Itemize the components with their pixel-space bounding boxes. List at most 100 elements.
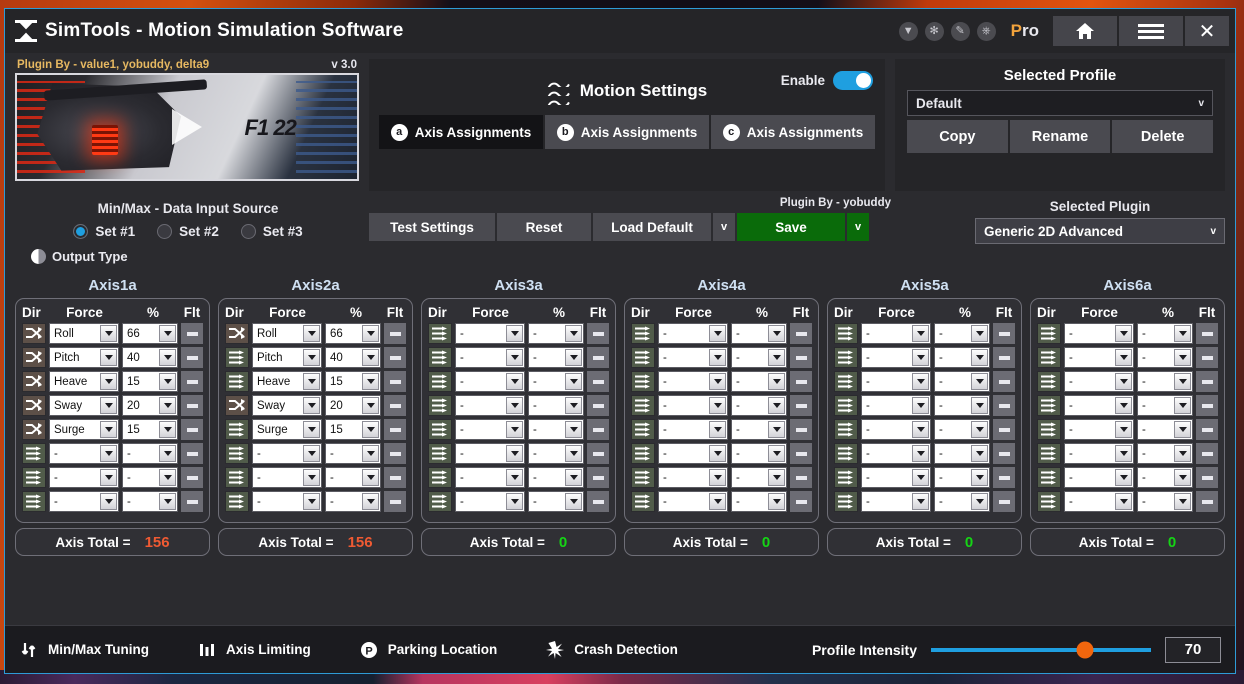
filter-button[interactable] (384, 491, 406, 512)
percent-chevron-down-icon[interactable] (565, 325, 582, 342)
percent-chevron-down-icon[interactable] (971, 445, 988, 462)
percent-dropdown[interactable]: - (731, 467, 787, 488)
force-chevron-down-icon[interactable] (506, 493, 523, 510)
close-icon[interactable]: ✕ (1185, 16, 1229, 46)
filter-button[interactable] (790, 395, 812, 416)
force-chevron-down-icon[interactable] (506, 397, 523, 414)
percent-chevron-down-icon[interactable] (362, 445, 379, 462)
direction-toggle-icon[interactable] (428, 419, 452, 440)
filter-button[interactable] (993, 371, 1015, 392)
force-chevron-down-icon[interactable] (303, 325, 320, 342)
percent-chevron-down-icon[interactable] (159, 469, 176, 486)
filter-button[interactable] (1196, 419, 1218, 440)
percent-chevron-down-icon[interactable] (1174, 373, 1191, 390)
direction-toggle-icon[interactable] (225, 491, 249, 512)
force-chevron-down-icon[interactable] (1115, 325, 1132, 342)
output-type-button[interactable]: Output Type (31, 249, 361, 264)
percent-chevron-down-icon[interactable] (159, 445, 176, 462)
force-chevron-down-icon[interactable] (506, 469, 523, 486)
percent-dropdown[interactable]: - (731, 347, 787, 368)
percent-chevron-down-icon[interactable] (768, 397, 785, 414)
percent-dropdown[interactable]: - (1137, 323, 1193, 344)
filter-button[interactable] (587, 395, 609, 416)
force-dropdown[interactable]: - (455, 395, 525, 416)
percent-chevron-down-icon[interactable] (971, 421, 988, 438)
crash-detection-button[interactable]: Crash Detection (545, 640, 678, 660)
force-chevron-down-icon[interactable] (1115, 349, 1132, 366)
filter-button[interactable] (181, 395, 203, 416)
percent-dropdown[interactable]: 66 (325, 323, 381, 344)
force-chevron-down-icon[interactable] (912, 397, 929, 414)
filter-button[interactable] (384, 443, 406, 464)
direction-toggle-icon[interactable] (225, 371, 249, 392)
direction-toggle-icon[interactable] (631, 491, 655, 512)
percent-dropdown[interactable]: 15 (325, 419, 381, 440)
percent-chevron-down-icon[interactable] (565, 349, 582, 366)
force-dropdown[interactable]: Pitch (252, 347, 322, 368)
force-dropdown[interactable]: - (1064, 467, 1134, 488)
percent-chevron-down-icon[interactable] (768, 349, 785, 366)
direction-toggle-icon[interactable] (631, 371, 655, 392)
percent-dropdown[interactable]: - (934, 419, 990, 440)
percent-dropdown[interactable]: - (1137, 491, 1193, 512)
filter-button[interactable] (1196, 347, 1218, 368)
percent-dropdown[interactable]: - (325, 443, 381, 464)
save-button[interactable]: Save (737, 213, 845, 241)
force-dropdown[interactable]: - (252, 491, 322, 512)
direction-toggle-icon[interactable] (428, 467, 452, 488)
power-icon[interactable]: ⎈ (976, 21, 996, 41)
percent-chevron-down-icon[interactable] (159, 397, 176, 414)
percent-dropdown[interactable]: - (325, 491, 381, 512)
force-dropdown[interactable]: - (861, 443, 931, 464)
direction-toggle-icon[interactable] (834, 443, 858, 464)
percent-chevron-down-icon[interactable] (362, 421, 379, 438)
force-chevron-down-icon[interactable] (709, 397, 726, 414)
force-dropdown[interactable]: - (658, 395, 728, 416)
force-chevron-down-icon[interactable] (100, 373, 117, 390)
force-dropdown[interactable]: - (1064, 443, 1134, 464)
force-dropdown[interactable]: - (1064, 347, 1134, 368)
force-chevron-down-icon[interactable] (303, 445, 320, 462)
direction-toggle-icon[interactable] (834, 371, 858, 392)
force-dropdown[interactable]: - (658, 467, 728, 488)
filter-button[interactable] (790, 491, 812, 512)
force-dropdown[interactable]: - (861, 347, 931, 368)
force-chevron-down-icon[interactable] (100, 349, 117, 366)
force-chevron-down-icon[interactable] (506, 349, 523, 366)
percent-dropdown[interactable]: - (934, 347, 990, 368)
percent-chevron-down-icon[interactable] (971, 469, 988, 486)
force-dropdown[interactable]: - (455, 323, 525, 344)
percent-dropdown[interactable]: - (731, 323, 787, 344)
force-chevron-down-icon[interactable] (709, 493, 726, 510)
force-dropdown[interactable]: - (252, 443, 322, 464)
direction-toggle-icon[interactable] (834, 467, 858, 488)
force-dropdown[interactable]: - (455, 443, 525, 464)
filter-button[interactable] (384, 371, 406, 392)
force-dropdown[interactable]: - (49, 491, 119, 512)
filter-button[interactable] (790, 443, 812, 464)
percent-dropdown[interactable]: - (934, 395, 990, 416)
direction-toggle-icon[interactable] (1037, 419, 1061, 440)
force-chevron-down-icon[interactable] (912, 421, 929, 438)
force-chevron-down-icon[interactable] (506, 421, 523, 438)
percent-chevron-down-icon[interactable] (768, 493, 785, 510)
percent-dropdown[interactable]: - (934, 323, 990, 344)
force-chevron-down-icon[interactable] (912, 325, 929, 342)
force-dropdown[interactable]: - (455, 467, 525, 488)
percent-dropdown[interactable]: - (1137, 467, 1193, 488)
force-dropdown[interactable]: - (658, 443, 728, 464)
force-dropdown[interactable]: - (861, 467, 931, 488)
percent-chevron-down-icon[interactable] (565, 373, 582, 390)
force-chevron-down-icon[interactable] (709, 445, 726, 462)
filter-button[interactable] (790, 467, 812, 488)
filter-button[interactable] (1196, 443, 1218, 464)
force-dropdown[interactable]: Heave (49, 371, 119, 392)
force-dropdown[interactable]: - (252, 467, 322, 488)
force-chevron-down-icon[interactable] (303, 493, 320, 510)
percent-dropdown[interactable]: - (1137, 371, 1193, 392)
percent-chevron-down-icon[interactable] (159, 349, 176, 366)
percent-dropdown[interactable]: - (934, 491, 990, 512)
force-dropdown[interactable]: - (455, 347, 525, 368)
force-dropdown[interactable]: - (455, 491, 525, 512)
percent-dropdown[interactable]: - (1137, 395, 1193, 416)
